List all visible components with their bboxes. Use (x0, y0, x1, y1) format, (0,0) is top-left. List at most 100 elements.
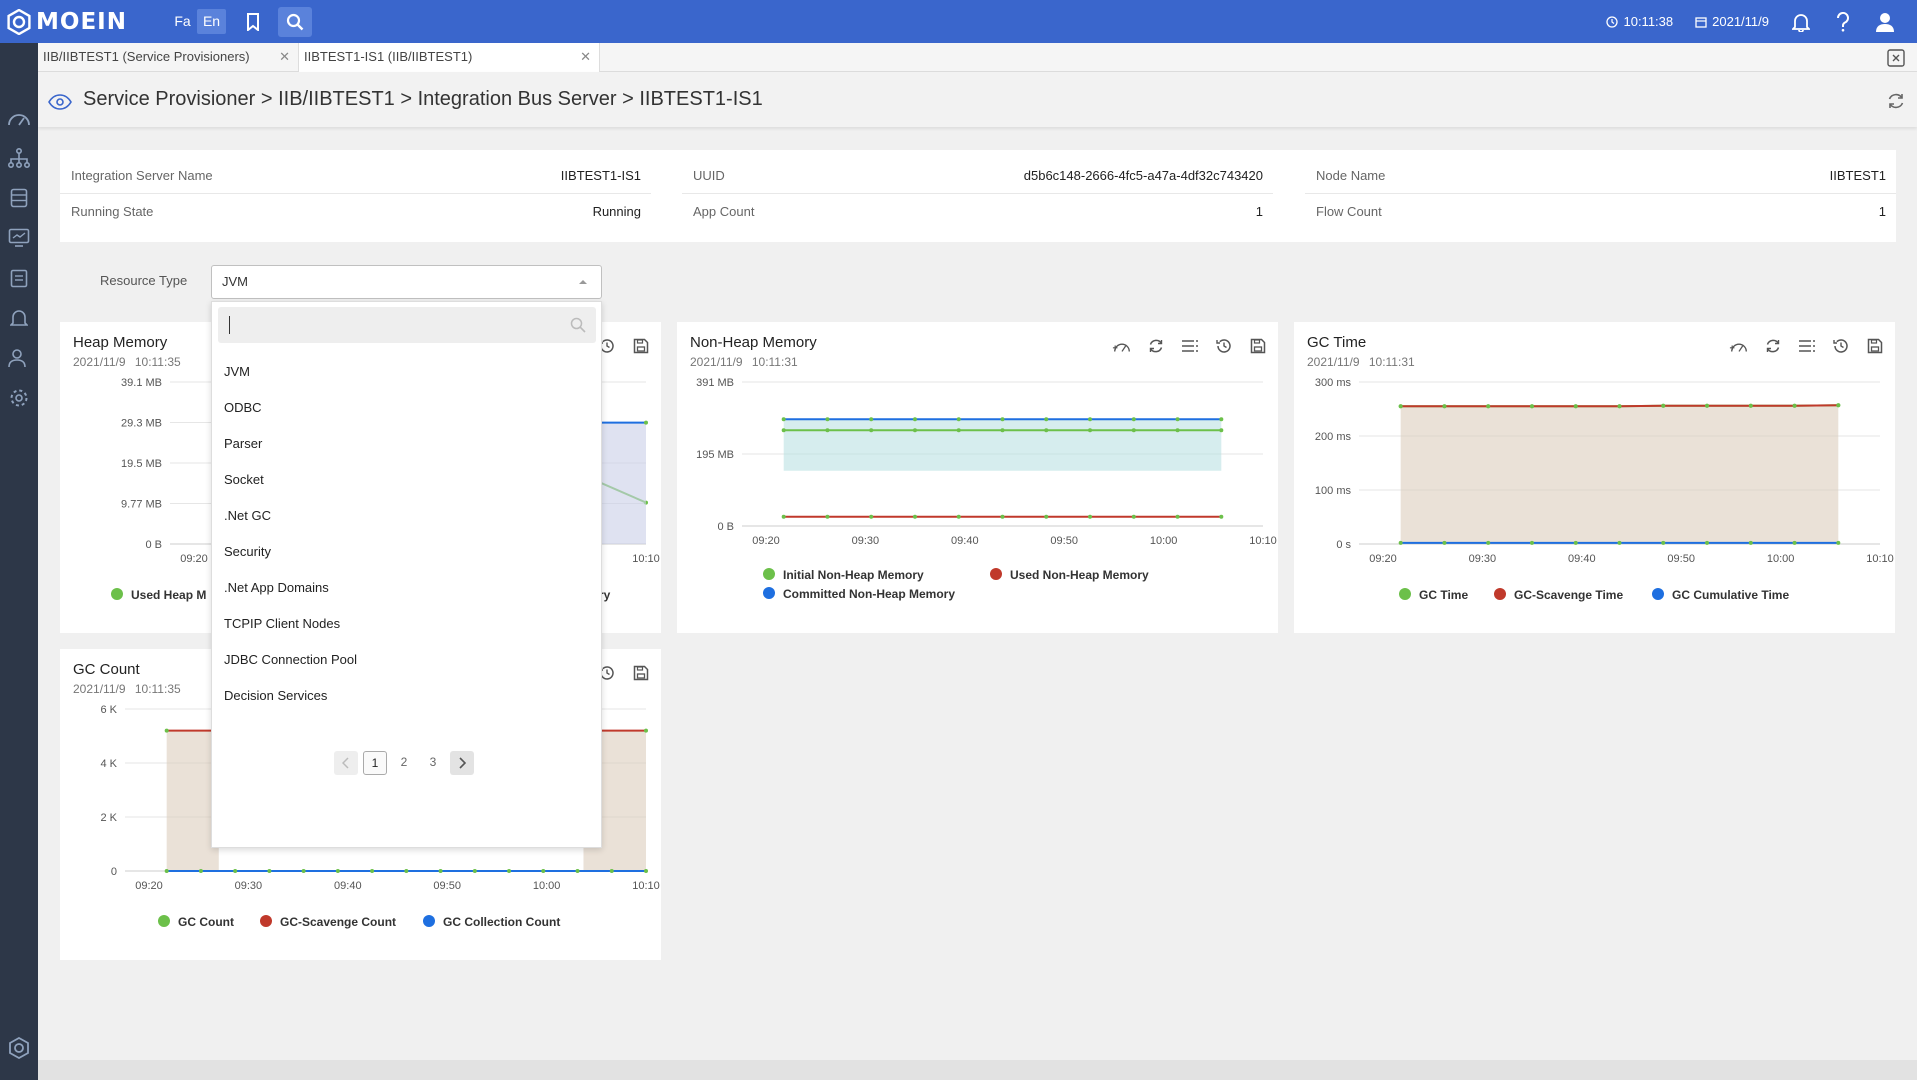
sidebar-item-monitor[interactable] (6, 225, 32, 251)
clipboard-icon (10, 269, 28, 288)
legend-dot (111, 588, 123, 600)
info-row-integration-server-name: Integration Server Name IIBTEST1-IS1 (60, 158, 651, 194)
close-all-tabs-icon[interactable] (1887, 49, 1905, 67)
dropdown-option[interactable]: Security (212, 534, 601, 570)
language-switcher: Fa En (168, 9, 226, 34)
legend-item[interactable]: GC Time (1399, 588, 1468, 602)
dropdown-option[interactable]: ODBC (212, 390, 601, 426)
help-icon (1836, 11, 1849, 32)
info-column-1: Integration Server Name IIBTEST1-IS1 Run… (60, 158, 651, 230)
user-button[interactable] (1875, 12, 1895, 32)
legend-item[interactable]: GC-Scavenge Time (1494, 588, 1623, 602)
info-value: IIBTEST1-IS1 (560, 168, 641, 183)
legend-item[interactable]: Used Heap M (111, 588, 206, 602)
legend-item[interactable]: GC Cumulative Time (1652, 588, 1789, 602)
close-icon[interactable]: ✕ (279, 43, 290, 71)
series-area (1400, 405, 1839, 544)
data-point (1131, 428, 1136, 433)
y-tick-label: 391 MB (696, 377, 734, 389)
tab-service-provisioners[interactable]: IIB/IIBTEST1 (Service Provisioners) ✕ (38, 43, 298, 72)
breadcrumb-bar: Service Provisioner > IIB/IIBTEST1 > Int… (38, 72, 1917, 127)
caret-up-icon (579, 280, 587, 284)
x-tick-label: 10:10 (1866, 553, 1894, 565)
sidebar (0, 43, 38, 1080)
dropdown-option[interactable]: Parser (212, 426, 601, 462)
bell-icon (1792, 13, 1810, 32)
dropdown-option[interactable]: JVM (212, 354, 601, 390)
sidebar-item-users[interactable] (6, 345, 32, 371)
clock: 10:11:38 (1606, 14, 1673, 29)
bottom-scrollbar[interactable] (38, 1060, 1917, 1080)
data-point (1000, 428, 1005, 433)
info-value: Running (592, 204, 641, 219)
page-2-button[interactable]: 2 (392, 751, 416, 775)
text-cursor (229, 316, 230, 334)
x-tick-label: 09:50 (1667, 553, 1695, 565)
dropdown-option[interactable]: Decision Services (212, 678, 601, 714)
y-tick-label: 9.77 MB (121, 499, 162, 511)
y-tick-label: 300 ms (1315, 377, 1352, 389)
search-button[interactable] (278, 6, 312, 37)
sidebar-item-brand[interactable] (6, 1035, 32, 1061)
sidebar-item-dashboard[interactable] (6, 105, 32, 131)
data-point (1705, 403, 1710, 408)
sidebar-item-reports[interactable] (6, 265, 32, 291)
notifications-button[interactable] (1791, 12, 1811, 32)
chevron-left-icon (341, 757, 349, 769)
tab-label: IIB/IIBTEST1 (Service Provisioners) (43, 49, 250, 64)
page-3-button[interactable]: 3 (421, 751, 445, 775)
sidebar-item-alerts[interactable] (6, 305, 32, 331)
legend-item[interactable]: GC-Scavenge Count (260, 915, 396, 929)
legend-dot (1494, 588, 1506, 600)
next-page-button[interactable] (450, 751, 474, 775)
lang-en-button[interactable]: En (197, 9, 226, 34)
dropdown-option[interactable]: .Net App Domains (212, 570, 601, 606)
help-button[interactable] (1833, 11, 1853, 32)
tab-iibtest1-is1[interactable]: IIBTEST1-IS1 (IIB/IIBTEST1) ✕ (298, 43, 600, 73)
data-point (1573, 540, 1578, 545)
x-tick-label: 10:00 (1767, 553, 1795, 565)
dropdown-search-input[interactable] (218, 307, 596, 343)
resource-type-select[interactable]: JVM (211, 265, 602, 299)
legend-item[interactable]: GC Collection Count (423, 915, 560, 929)
page-1-button[interactable]: 1 (363, 751, 387, 775)
x-tick-label: 10:00 (1150, 535, 1178, 547)
legend-item[interactable]: Used Non-Heap Memory (990, 568, 1149, 582)
x-tick-label: 09:20 (180, 553, 208, 565)
clock-time: 10:11:38 (1623, 14, 1674, 29)
dropdown-option[interactable]: .Net GC (212, 498, 601, 534)
close-icon[interactable]: ✕ (580, 43, 591, 71)
bookmark-icon (247, 12, 259, 31)
data-point (1529, 540, 1534, 545)
data-point (507, 869, 512, 873)
info-panel: Integration Server Name IIBTEST1-IS1 Run… (60, 150, 1896, 242)
legend-item[interactable]: GC Count (158, 915, 234, 929)
sidebar-item-settings[interactable] (6, 385, 32, 411)
data-point (575, 869, 580, 873)
resource-type-label: Resource Type (100, 273, 188, 288)
app-logo[interactable]: MOEIN (0, 0, 166, 43)
x-tick-label: 10:10 (632, 880, 660, 892)
data-point (1573, 404, 1578, 409)
bookmark-button[interactable] (236, 7, 270, 37)
refresh-icon[interactable] (1887, 92, 1905, 110)
x-tick-label: 10:10 (1249, 535, 1277, 547)
legend-item[interactable]: Committed Non-Heap Memory (763, 587, 955, 601)
data-point (1398, 540, 1403, 545)
sidebar-item-database[interactable] (6, 185, 32, 211)
dropdown-option[interactable]: Socket (212, 462, 601, 498)
sidebar-item-topology[interactable] (6, 145, 32, 171)
y-tick-label: 195 MB (696, 449, 734, 461)
data-point (1661, 403, 1666, 408)
info-row-app-count: App Count 1 (682, 194, 1273, 230)
dropdown-option[interactable]: JDBC Connection Pool (212, 642, 601, 678)
prev-page-button[interactable] (334, 751, 358, 775)
data-point (335, 869, 340, 873)
data-point (956, 417, 961, 422)
info-row-uuid: UUID d5b6c148-2666-4fc5-a47a-4df32c74342… (682, 158, 1273, 194)
dropdown-option[interactable]: TCPIP Client Nodes (212, 606, 601, 642)
info-column-3: Node Name IIBTEST1 Flow Count 1 (1305, 158, 1896, 230)
data-point (541, 869, 546, 873)
legend-item[interactable]: Initial Non-Heap Memory (763, 568, 924, 582)
lang-fa-button[interactable]: Fa (168, 9, 197, 34)
